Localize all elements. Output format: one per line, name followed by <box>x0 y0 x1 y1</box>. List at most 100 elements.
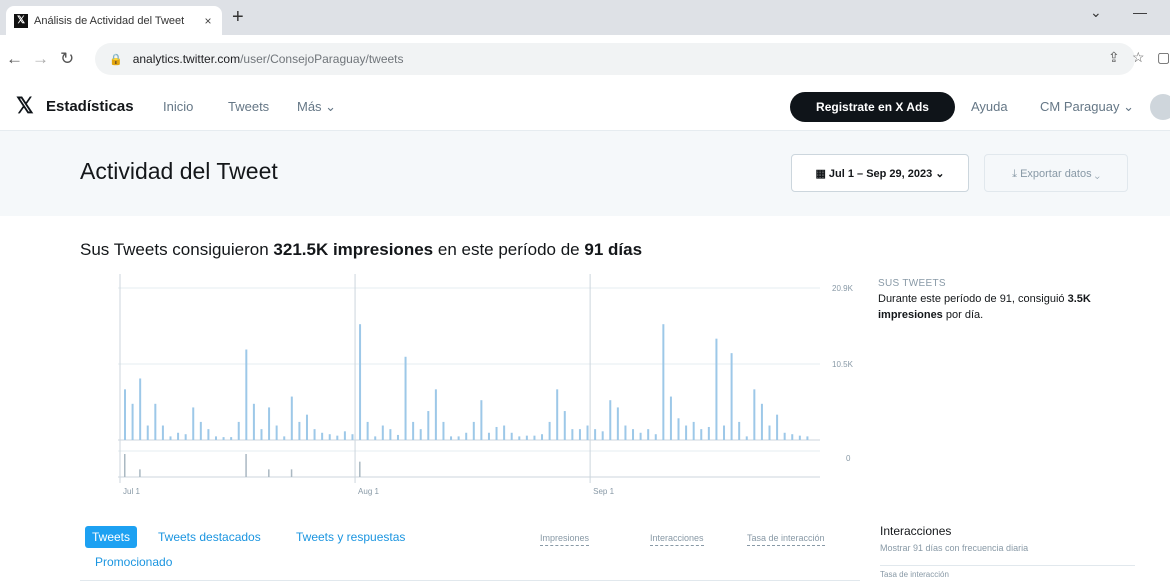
bar <box>427 411 430 440</box>
bar <box>556 389 559 440</box>
bar <box>336 435 339 440</box>
date-range-label: Jul 1 – Sep 29, 2023 ⌄ <box>828 168 945 180</box>
nav-link-tweets[interactable]: Tweets <box>228 99 269 114</box>
nav-link-inicio[interactable]: Inicio <box>163 99 193 114</box>
bar <box>214 436 217 440</box>
tab-tweets-destacados[interactable]: Tweets destacados <box>158 530 261 544</box>
browser-tab-strip: 𝕏 Análisis de Actividad del Tweet × + ⌄ … <box>0 0 1170 35</box>
browser-toolbar: ← → ↻ 🔒 analytics.twitter.com /user/Cons… <box>0 35 1170 84</box>
bar <box>624 425 627 440</box>
bar <box>586 425 589 440</box>
brand-title[interactable]: Estadísticas <box>46 98 134 115</box>
share-icon[interactable]: ⇪ <box>1108 49 1120 66</box>
chart-secondary-bars <box>124 454 361 477</box>
tweets-side-panel: SUS TWEETS Durante este período de 91, c… <box>878 278 1158 323</box>
bar <box>495 426 498 440</box>
column-engagement-rate[interactable]: Tasa de interacción <box>747 533 825 546</box>
x-tick-label: Aug 1 <box>358 487 379 496</box>
tab-search-icon[interactable]: ⌄ <box>1090 4 1102 21</box>
export-data-button[interactable]: ⤓ Exportar datos ⌄ <box>984 154 1128 192</box>
side-panel-text: Durante este período de 91, consiguió 3.… <box>878 291 1158 323</box>
bar <box>139 378 142 440</box>
back-icon[interactable]: ← <box>6 49 23 69</box>
bar <box>275 425 278 440</box>
bar <box>594 429 597 440</box>
tab-tweets-respuestas[interactable]: Tweets y respuestas <box>296 530 405 544</box>
secondary-bar <box>290 469 293 477</box>
x-tick-label: Jul 1 <box>123 487 140 496</box>
tab-tweets[interactable]: Tweets <box>85 526 138 548</box>
summary-days: 91 días <box>584 240 643 259</box>
new-tab-button[interactable]: + <box>232 6 244 29</box>
bar <box>237 421 240 440</box>
minimize-icon[interactable]: — <box>1133 4 1147 20</box>
bar <box>245 349 248 440</box>
bar <box>472 421 475 440</box>
bar <box>707 426 710 440</box>
bar <box>465 432 468 440</box>
date-range-button[interactable]: ▦ Jul 1 – Sep 29, 2023 ⌄ <box>791 154 969 192</box>
engagement-rate-label: Tasa de interacción <box>880 570 949 579</box>
secondary-bar <box>245 454 247 477</box>
bar <box>374 436 377 440</box>
bar <box>222 437 225 440</box>
bar <box>662 324 665 440</box>
bar <box>192 407 195 440</box>
chart-bars <box>124 324 809 440</box>
side-panel-text-a: Durante este período de 91, consiguió <box>878 293 1065 305</box>
x-favicon-icon: 𝕏 <box>14 13 28 28</box>
bar <box>343 431 346 440</box>
bar <box>404 356 407 440</box>
bar <box>419 429 422 440</box>
help-link[interactable]: Ayuda <box>971 99 1008 114</box>
bar <box>124 389 126 440</box>
bar <box>601 431 604 440</box>
bar <box>434 389 437 440</box>
avatar[interactable] <box>1150 94 1170 120</box>
bar <box>753 389 756 440</box>
interactions-subtitle: Mostrar 91 días con frecuencia diaria <box>880 543 1029 553</box>
secondary-bar <box>139 469 141 477</box>
analytics-nav: 𝕏 Estadísticas Inicio Tweets Más ⌄ Regis… <box>0 83 1170 130</box>
bar <box>760 403 763 440</box>
bar <box>768 425 771 440</box>
y-tick-label: 20.9K <box>832 284 854 293</box>
bar <box>609 400 612 440</box>
chart-grid <box>118 274 820 483</box>
bookmark-star-icon[interactable]: ☆ <box>1132 49 1145 66</box>
reload-icon[interactable]: ↻ <box>60 49 74 69</box>
bar <box>533 435 536 440</box>
sidebar-icon[interactable]: ▢ <box>1157 49 1170 66</box>
forward-icon[interactable]: → <box>32 49 49 69</box>
secondary-bar <box>268 469 270 477</box>
y-tick-label: 0 <box>846 454 851 463</box>
bar <box>230 437 233 440</box>
column-impressions[interactable]: Impresiones <box>540 533 590 546</box>
x-logo-icon[interactable]: 𝕏 <box>16 93 34 119</box>
impressions-summary: Sus Tweets consiguieron 321.5K impresion… <box>80 240 642 260</box>
nav-link-mas[interactable]: Más ⌄ <box>297 99 336 115</box>
bar <box>798 435 801 440</box>
bar <box>510 432 513 440</box>
bar <box>669 396 672 440</box>
bar <box>639 432 642 440</box>
column-interactions[interactable]: Interacciones <box>650 533 704 546</box>
bar <box>169 436 172 440</box>
bar <box>268 407 271 440</box>
page-header: Actividad del Tweet ▦ Jul 1 – Sep 29, 20… <box>0 130 1170 216</box>
bar <box>791 434 794 440</box>
register-ads-button[interactable]: Registrate en X Ads <box>790 92 955 122</box>
bar <box>199 421 202 440</box>
bar <box>381 425 384 440</box>
account-menu[interactable]: CM Paraguay ⌄ <box>1040 99 1134 115</box>
address-bar[interactable]: 🔒 analytics.twitter.com /user/ConsejoPar… <box>95 43 1135 75</box>
divider <box>880 565 1135 566</box>
browser-tab[interactable]: 𝕏 Análisis de Actividad del Tweet × <box>6 6 222 35</box>
tab-promocionado[interactable]: Promocionado <box>95 555 172 569</box>
page-title: Actividad del Tweet <box>80 158 278 184</box>
bar <box>738 421 741 440</box>
close-tab-icon[interactable]: × <box>200 14 216 28</box>
export-label: Exportar datos ⌄ <box>1020 168 1100 180</box>
bar <box>700 429 703 440</box>
bar <box>207 429 210 440</box>
